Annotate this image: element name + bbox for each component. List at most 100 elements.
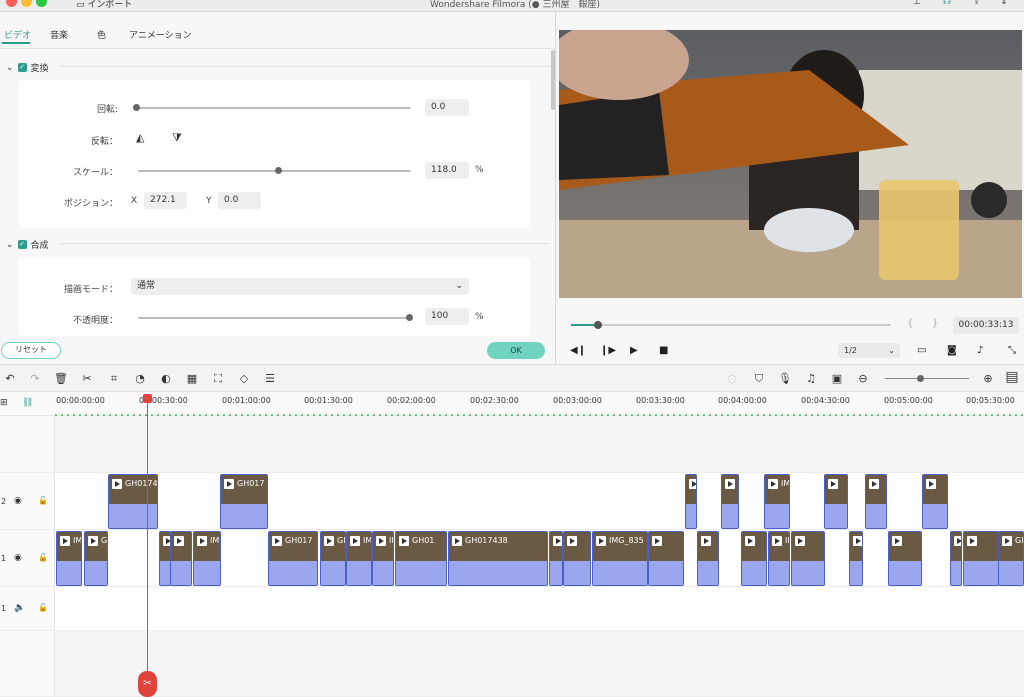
keyframe-icon[interactable]: ◇ bbox=[237, 372, 251, 385]
snapshot-icon[interactable]: ◙ bbox=[947, 345, 957, 356]
maximize-window-button[interactable] bbox=[36, 0, 47, 7]
next-frame-icon[interactable]: ❙▶ bbox=[600, 345, 616, 356]
minimize-window-button[interactable] bbox=[21, 0, 32, 7]
ok-button[interactable]: OK bbox=[487, 342, 545, 359]
timeline-clip[interactable] bbox=[824, 474, 848, 529]
fullscreen-fit-icon[interactable]: ⛶ bbox=[211, 372, 225, 386]
timeline-clip[interactable]: IM bbox=[56, 531, 82, 586]
timeline-clip[interactable]: IM bbox=[346, 531, 372, 586]
opacity-slider[interactable] bbox=[138, 314, 413, 321]
zoom-out-icon[interactable]: ⊖ bbox=[856, 372, 870, 385]
eye-icon[interactable]: ◉ bbox=[14, 496, 22, 506]
add-track-icon[interactable]: ⊞ bbox=[0, 398, 8, 408]
timeline-clip[interactable]: GH0 bbox=[849, 531, 863, 586]
flip-horizontal-icon[interactable]: ◭ bbox=[136, 131, 144, 144]
close-window-button[interactable] bbox=[6, 0, 17, 7]
speaker-icon[interactable]: 🔈 bbox=[14, 603, 25, 613]
timeline-clip[interactable] bbox=[685, 474, 697, 529]
monitor-icon[interactable]: ▭ bbox=[917, 345, 926, 356]
render-icon[interactable]: ◌ bbox=[725, 372, 739, 385]
timeline-clip[interactable] bbox=[741, 531, 767, 586]
opacity-input[interactable]: 100 bbox=[425, 308, 469, 325]
reset-button[interactable]: リセット bbox=[1, 342, 61, 359]
trash-icon[interactable]: 🗑 bbox=[54, 372, 68, 385]
scale-slider[interactable] bbox=[138, 167, 411, 174]
opacity-slider-knob[interactable] bbox=[406, 314, 413, 321]
timeline-clip[interactable] bbox=[922, 474, 948, 529]
undo-icon[interactable]: ↶ bbox=[3, 372, 17, 385]
tab-video[interactable]: ビデオ bbox=[4, 28, 31, 41]
lock-icon[interactable]: 🔓 bbox=[38, 496, 48, 505]
redo-icon[interactable]: ↷ bbox=[28, 372, 42, 385]
timeline-clip[interactable] bbox=[170, 531, 192, 586]
scrollbar[interactable] bbox=[551, 50, 555, 110]
timeline-clip[interactable]: IM bbox=[768, 531, 790, 586]
playhead-handle[interactable] bbox=[143, 394, 152, 403]
timeline-clip[interactable]: IMG_835 bbox=[592, 531, 648, 586]
link-icon[interactable]: ⛓ bbox=[22, 398, 33, 408]
voiceover-icon[interactable]: ♫ bbox=[804, 372, 818, 385]
zoom-in-icon[interactable]: ⊕ bbox=[981, 372, 995, 385]
rotate-input[interactable]: 0.0 bbox=[425, 99, 469, 116]
crop-icon[interactable]: ⌗ bbox=[107, 372, 121, 386]
export-icon[interactable]: ⇪ bbox=[973, 0, 981, 7]
tab-animation[interactable]: アニメーション bbox=[129, 28, 192, 41]
timeline-clip[interactable]: GH01 bbox=[395, 531, 447, 586]
timeline-clip[interactable]: GH017 bbox=[220, 474, 268, 529]
timeline-clip[interactable]: GH017438 bbox=[448, 531, 548, 586]
mosaic-icon[interactable]: ▦ bbox=[185, 372, 199, 385]
position-y-input[interactable]: 0.0 bbox=[218, 192, 261, 209]
timeline-clip[interactable] bbox=[549, 531, 563, 586]
split-scissors-icon[interactable]: ✂ bbox=[138, 671, 157, 697]
timeline-ruler[interactable]: ⊞ ⛓ 00:00:00:00 00:00:30:00 00:01:00:00 … bbox=[0, 392, 1024, 416]
timeline-clip[interactable] bbox=[563, 531, 591, 586]
timeline-clip[interactable] bbox=[888, 531, 922, 586]
timeline-clip[interactable]: IM bbox=[764, 474, 790, 529]
volume-icon[interactable]: ♪ bbox=[977, 345, 983, 356]
previous-frame-icon[interactable]: ◀❙ bbox=[570, 345, 586, 356]
tab-audio[interactable]: 音楽 bbox=[50, 28, 68, 41]
zoom-slider[interactable] bbox=[885, 375, 969, 382]
eye-icon[interactable]: ◉ bbox=[14, 553, 22, 563]
timeline-clip[interactable] bbox=[648, 531, 684, 586]
rotate-slider[interactable] bbox=[133, 104, 411, 111]
adjust-icon[interactable]: ☰ bbox=[263, 372, 277, 385]
cut-icon[interactable]: ✂ bbox=[80, 372, 94, 385]
timeline-clip[interactable] bbox=[721, 474, 739, 529]
timeline-clip[interactable]: IM bbox=[372, 531, 394, 586]
lock-icon[interactable]: 🔓 bbox=[38, 603, 48, 612]
stop-icon[interactable]: ■ bbox=[659, 345, 668, 356]
playback-progress[interactable] bbox=[571, 321, 891, 329]
mark-in-button[interactable]: { bbox=[907, 318, 913, 329]
quality-select[interactable]: 1/2 ⌄ bbox=[838, 343, 900, 358]
scale-slider-knob[interactable] bbox=[275, 167, 282, 174]
scale-input[interactable]: 118.0 bbox=[425, 162, 469, 179]
microphone-icon[interactable]: 🎙 bbox=[778, 372, 792, 385]
import-button[interactable]: ▭ インポート bbox=[76, 0, 132, 10]
timeline-clip[interactable]: GH bbox=[84, 531, 108, 586]
timeline-clip[interactable] bbox=[963, 531, 999, 586]
mark-out-button[interactable]: } bbox=[932, 318, 938, 329]
flip-vertical-icon[interactable]: ⧩ bbox=[172, 131, 182, 145]
timeline-clip[interactable] bbox=[697, 531, 719, 586]
subtitle-icon[interactable]: ▣ bbox=[830, 372, 844, 385]
playhead-knob[interactable] bbox=[593, 321, 602, 329]
fullscreen-icon[interactable]: ⤡ bbox=[1008, 345, 1016, 356]
lock-icon[interactable]: 🔓 bbox=[38, 553, 48, 562]
timeline-clip[interactable]: GH0174 bbox=[108, 474, 158, 529]
download-icon[interactable]: ⇓ bbox=[1000, 0, 1008, 7]
timeline-clip[interactable] bbox=[950, 531, 962, 586]
composite-section-header[interactable]: ⌄ ✓ 合成 bbox=[6, 238, 49, 252]
timeline-clip[interactable] bbox=[865, 474, 887, 529]
timeline-clip[interactable]: IM bbox=[193, 531, 221, 586]
timeline-clip[interactable]: GH0 bbox=[998, 531, 1024, 586]
timeline-clip[interactable]: GI bbox=[320, 531, 346, 586]
account-icon[interactable]: ⊥ bbox=[913, 0, 921, 7]
composite-checkbox[interactable]: ✓ bbox=[17, 240, 27, 249]
transform-section-header[interactable]: ⌄ ✓ 変換 bbox=[6, 61, 49, 75]
transform-checkbox[interactable]: ✓ bbox=[17, 63, 27, 72]
zoom-slider-knob[interactable] bbox=[917, 375, 924, 382]
marker-icon[interactable]: ⛉ bbox=[752, 372, 766, 386]
position-x-input[interactable]: 272.1 bbox=[144, 192, 187, 209]
timeline-clip[interactable] bbox=[791, 531, 825, 586]
